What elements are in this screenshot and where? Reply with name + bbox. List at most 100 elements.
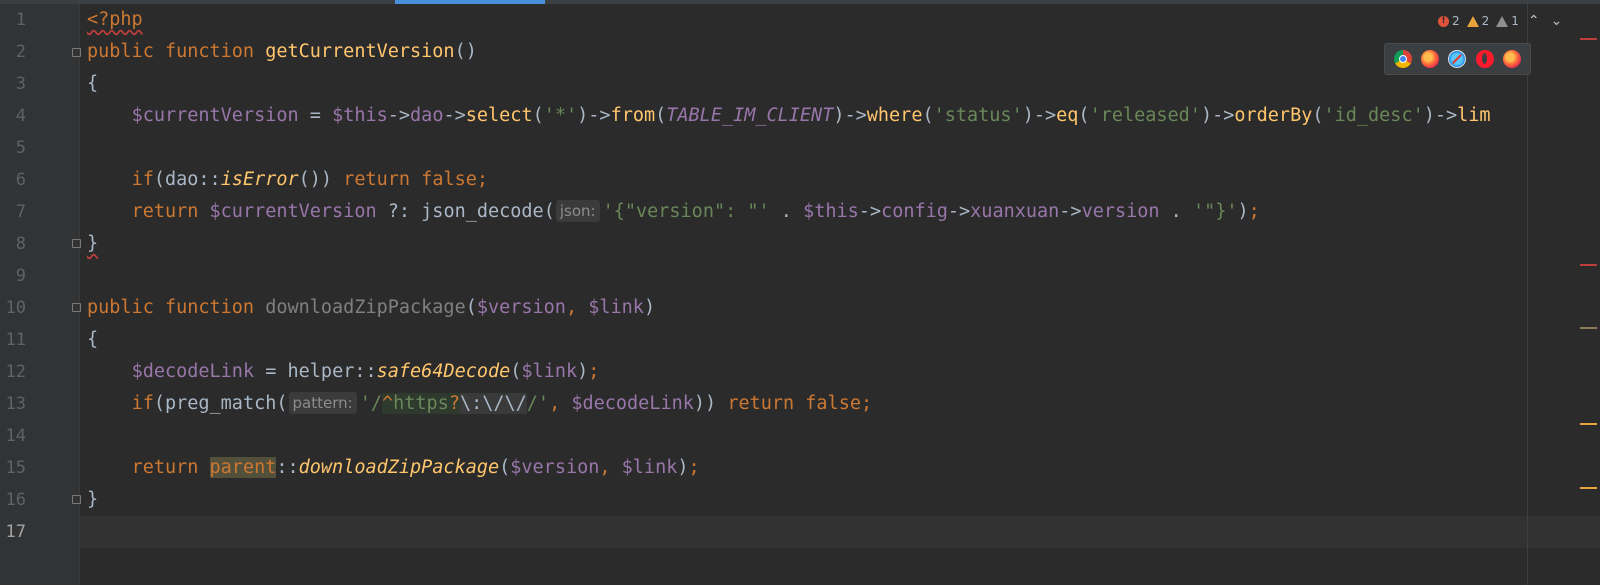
- static-method: safe64Decode: [376, 361, 511, 382]
- fold-marker-icon[interactable]: [72, 239, 81, 248]
- line-number[interactable]: 4: [0, 100, 26, 132]
- operator: .: [1159, 201, 1193, 222]
- operator: .: [769, 201, 804, 222]
- code-line-4[interactable]: $currentVersion = $this->dao->select('*'…: [87, 100, 1491, 132]
- semicolon: ;: [588, 361, 600, 382]
- code-line-12[interactable]: $decodeLink = helper::safe64Decode($link…: [87, 356, 600, 388]
- code-line-7[interactable]: return $currentVersion ?: json_decode(js…: [87, 196, 1260, 228]
- php-open-tag: <?php: [87, 9, 143, 30]
- error-stripe-mark[interactable]: [1580, 38, 1597, 40]
- arrow: ->: [858, 201, 882, 222]
- code-line-8[interactable]: }: [87, 228, 98, 260]
- line-number-active[interactable]: 17: [0, 516, 26, 548]
- code-line-3[interactable]: {: [87, 68, 98, 100]
- previous-highlight-icon[interactable]: ⌃: [1526, 13, 1542, 29]
- code-line-13[interactable]: if(preg_match(pattern: '/^https?\:\/\//',…: [87, 388, 872, 420]
- comma: ,: [565, 297, 589, 318]
- brace: }: [87, 489, 99, 510]
- double-colon: ::: [354, 361, 377, 382]
- line-number[interactable]: 2: [0, 36, 26, 68]
- errors-indicator[interactable]: ! 2: [1438, 14, 1460, 28]
- code-line-1[interactable]: <?php: [87, 4, 143, 36]
- argument: $link: [521, 361, 578, 382]
- punctuation: )->: [1022, 105, 1057, 126]
- string: '"}': [1192, 201, 1238, 222]
- code-line-15[interactable]: return parent::downloadZipPackage($versi…: [87, 452, 700, 484]
- fold-marker-icon[interactable]: [72, 303, 81, 312]
- punctuation: ): [643, 297, 656, 318]
- warning-count: 2: [1481, 14, 1490, 28]
- arrow: ->: [1059, 201, 1082, 222]
- code-line-6[interactable]: if(dao::isError()) return false;: [87, 164, 488, 196]
- weak-warnings-indicator[interactable]: 1: [1496, 14, 1519, 28]
- firefox-developer-icon[interactable]: [1502, 50, 1521, 68]
- opera-icon[interactable]: [1475, 50, 1494, 68]
- safari-icon[interactable]: [1448, 50, 1467, 68]
- line-number[interactable]: 15: [0, 452, 26, 484]
- line-number[interactable]: 16: [0, 484, 26, 516]
- warning-stripe-mark[interactable]: [1580, 423, 1597, 425]
- class-name: dao: [164, 169, 199, 190]
- line-number[interactable]: 7: [0, 196, 26, 228]
- keyword-if: if: [131, 393, 154, 414]
- arrow: ->: [443, 105, 466, 126]
- warning-stripe-mark[interactable]: [1580, 487, 1597, 489]
- punctuation: )->: [577, 105, 611, 126]
- line-number[interactable]: 5: [0, 132, 26, 164]
- keyword-if: if: [131, 169, 154, 190]
- line-number[interactable]: 12: [0, 356, 26, 388]
- line-number[interactable]: 3: [0, 68, 26, 100]
- punctuation: )): [693, 393, 728, 414]
- error-stripe-mark[interactable]: [1580, 264, 1597, 266]
- line-number[interactable]: 10: [0, 292, 26, 324]
- line-number[interactable]: 14: [0, 420, 26, 452]
- punctuation: (: [153, 393, 165, 414]
- regex-delimiter: '/: [359, 393, 382, 414]
- inspection-widget[interactable]: ! 2 2 1 ⌃ ⌄: [1438, 10, 1564, 32]
- code-line-16[interactable]: }: [87, 484, 98, 516]
- fold-marker-icon[interactable]: [72, 495, 81, 504]
- brace: {: [87, 329, 99, 350]
- comma: ,: [599, 457, 622, 478]
- punctuation: (: [532, 105, 544, 126]
- property: dao: [410, 105, 444, 126]
- parameter: $version: [476, 297, 566, 318]
- string: 'id_desc': [1323, 105, 1424, 126]
- line-number[interactable]: 6: [0, 164, 26, 196]
- line-number[interactable]: 11: [0, 324, 26, 356]
- line-number[interactable]: 1: [0, 4, 26, 36]
- punctuation: (: [276, 393, 288, 414]
- arrow: ->: [947, 201, 971, 222]
- editor-tab-strip: [0, 0, 1600, 4]
- firefox-icon[interactable]: [1421, 50, 1440, 68]
- code-line-10[interactable]: public function downloadZipPackage($vers…: [87, 292, 655, 324]
- horizontal-scroll-thumb[interactable]: [395, 0, 545, 4]
- weak-warning-stripe-mark[interactable]: [1580, 327, 1597, 329]
- fold-marker-icon[interactable]: [72, 48, 81, 57]
- line-number[interactable]: 8: [0, 228, 26, 260]
- keyword-parent: parent: [209, 457, 277, 478]
- keyword-return: return: [343, 169, 411, 190]
- property: xuanxuan: [970, 201, 1060, 222]
- next-highlight-icon[interactable]: ⌄: [1549, 13, 1565, 29]
- variable: $decodeLink: [571, 393, 694, 414]
- line-number[interactable]: 9: [0, 260, 26, 292]
- operator: =: [298, 105, 333, 126]
- chrome-icon[interactable]: [1394, 50, 1413, 68]
- code-line-2[interactable]: public function getCurrentVersion(): [87, 36, 477, 68]
- line-number[interactable]: 13: [0, 388, 26, 420]
- method-call: where: [866, 105, 923, 126]
- method-call: orderBy: [1234, 105, 1313, 126]
- brace: {: [87, 73, 99, 94]
- regex-escape: \/: [482, 393, 505, 414]
- punctuation: (: [1078, 105, 1090, 126]
- operator: =: [254, 361, 288, 382]
- keyword-function: function: [164, 41, 255, 62]
- punctuation: ): [677, 457, 689, 478]
- warnings-indicator[interactable]: 2: [1466, 14, 1490, 28]
- variable-this: $this: [803, 201, 859, 222]
- code-line-11[interactable]: {: [87, 324, 98, 356]
